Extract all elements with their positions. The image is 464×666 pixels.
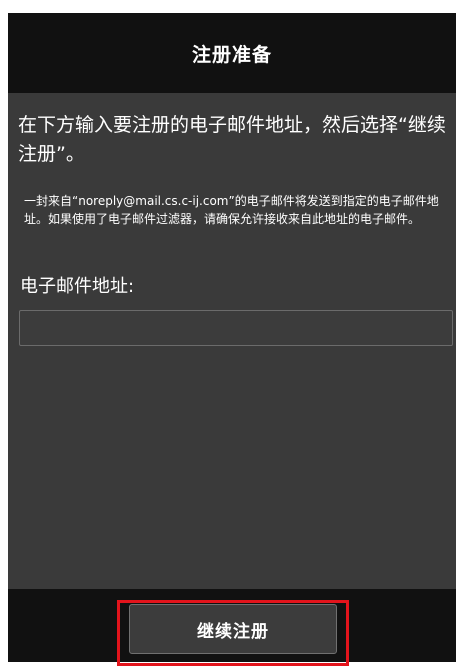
continue-registration-button[interactable]: 继续注册 — [129, 604, 337, 654]
registration-screen: 注册准备 在下方输入要注册的电子邮件地址，然后选择“继续注册”。 一封来自“no… — [8, 13, 456, 666]
instruction-text: 在下方输入要注册的电子邮件地址，然后选择“继续注册”。 — [18, 114, 446, 165]
content-area: 在下方输入要注册的电子邮件地址，然后选择“继续注册”。 一封来自“noreply… — [8, 93, 456, 589]
email-input[interactable] — [19, 310, 453, 346]
email-label: 电子邮件地址: — [20, 276, 135, 297]
footer-bar: 继续注册 — [8, 589, 456, 666]
page-title: 注册准备 — [191, 43, 272, 66]
email-filter-note: 一封来自“noreply@mail.cs.c-ij.com”的电子邮件将发送到指… — [24, 194, 439, 226]
header-bar: 注册准备 — [8, 13, 456, 93]
